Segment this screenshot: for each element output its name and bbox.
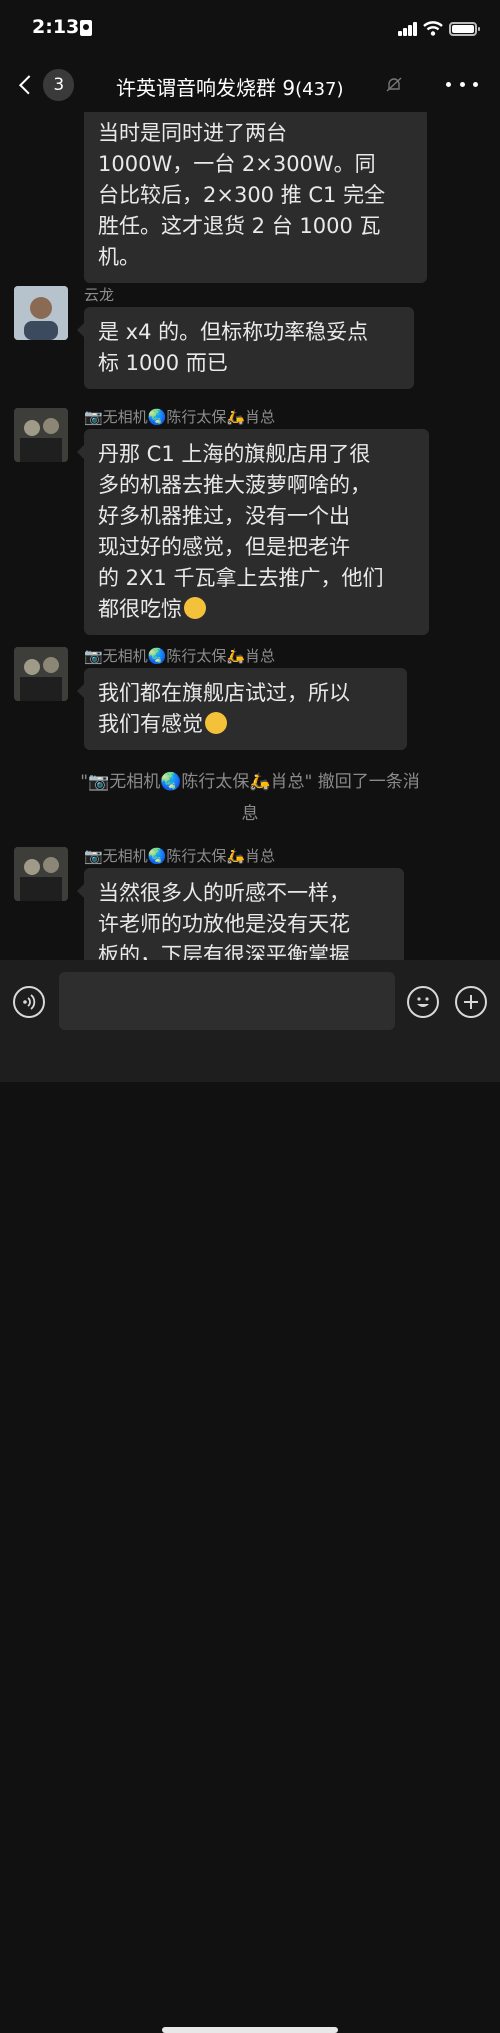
message-line: 多的机器去推大菠萝啊啥的， [98,473,371,497]
message-line: 板的，下层有很深平衡掌握 [98,943,350,960]
message-bubble[interactable]: 我们都在旗舰店试过，所以 我们有感觉 [77,668,407,750]
home-indicator [162,2027,338,2033]
chat-title[interactable]: 许英谓音响发烧群 9(437) [116,72,344,101]
person-avatar-image [14,286,68,340]
avatar[interactable] [14,847,68,901]
emoji-icon[interactable] [407,986,439,1018]
message-line: 的 2X1 千瓦拿上去推广，他们 [98,566,384,590]
message-line: 许老师的功放他是没有天花 [98,912,350,936]
sender-name: 📷无相机🌏陈行太保🛵肖总 [84,847,276,865]
group-name: 许英谓音响发烧群 9 [116,76,296,100]
sender-name: 云龙 [84,286,115,304]
status-bar: 2:13 [0,0,500,58]
message-line: 当时是同时进了两台 [98,121,287,145]
chat-header: 3 许英谓音响发烧群 9(437) [0,58,500,112]
plus-icon[interactable] [455,986,487,1018]
voice-waves-icon [23,994,36,1010]
message-line: 台比较后，2×300 推 C1 完全 [98,183,386,207]
member-count: (437) [295,79,344,100]
group-photo-avatar-image [14,647,68,701]
group-photo-avatar-image [14,408,68,462]
wifi-icon [423,21,443,36]
message-line: 机。 [98,245,140,269]
message-bubble[interactable]: 当时是同时进了两台 1000W，一台 2×300W。同 台比较后，2×300 推… [84,112,427,283]
group-photo-avatar-image [14,847,68,901]
cellular-signal-icon [398,22,418,36]
system-line: 息 [241,804,259,824]
grinning-emoji-icon [205,712,227,734]
sender-name: 📷无相机🌏陈行太保🛵肖总 [84,647,276,665]
message-line: 当然很多人的听感不一样， [98,881,350,905]
status-time: 2:13 [32,16,80,38]
back-button[interactable]: 3 [14,68,74,102]
laughing-crying-emoji-icon [184,597,206,619]
message-line: 我们有感觉 [98,712,203,736]
message-bubble[interactable]: 当然很多人的听感不一样， 许老师的功放他是没有天花 板的，下层有很深平衡掌握 [77,868,404,960]
avatar[interactable] [14,647,68,701]
sender-name: 📷无相机🌏陈行太保🛵肖总 [84,408,276,426]
message-line: 1000W，一台 2×300W。同 [98,152,376,176]
battery-icon [449,22,480,36]
more-icon[interactable] [446,80,478,90]
avatar[interactable] [14,408,68,462]
voice-icon[interactable] [13,986,45,1018]
message-input[interactable] [59,972,395,1030]
message-line: 都很吃惊 [98,597,182,621]
back-chevron-icon [19,75,39,95]
smiley-face-icon [417,997,429,1007]
message-list: 当时是同时进了两台 1000W，一台 2×300W。同 台比较后，2×300 推… [0,112,500,960]
unread-badge: 3 [43,69,74,101]
recall-notice: "📷无相机🌏陈行太保🛵肖总" 撤回了一条消 息 [30,766,470,830]
sim-icon [80,20,92,36]
message-line: 我们都在旗舰店试过，所以 [98,681,350,705]
message-line: 现过好的感觉，但是把老许 [98,535,350,559]
message-line: 丹那 C1 上海的旗舰店用了很 [98,442,371,466]
system-line: "📷无相机🌏陈行太保🛵肖总" 撤回了一条消 [80,772,420,792]
message-line: 胜任。这才退货 2 台 1000 瓦 [98,214,381,238]
input-bar [0,960,500,2033]
message-line: 标 1000 而已 [98,351,228,375]
plus-sign-icon [464,995,478,1009]
mute-bell-icon [386,77,402,92]
message-line: 是 x4 的。但标称功率稳妥点 [98,320,369,344]
message-bubble[interactable]: 是 x4 的。但标称功率稳妥点 标 1000 而已 [77,307,414,389]
message-bubble[interactable]: 丹那 C1 上海的旗舰店用了很 多的机器去推大菠萝啊啥的， 好多机器推过，没有一… [77,429,429,635]
avatar[interactable] [14,286,68,340]
message-line: 好多机器推过，没有一个出 [98,504,350,528]
